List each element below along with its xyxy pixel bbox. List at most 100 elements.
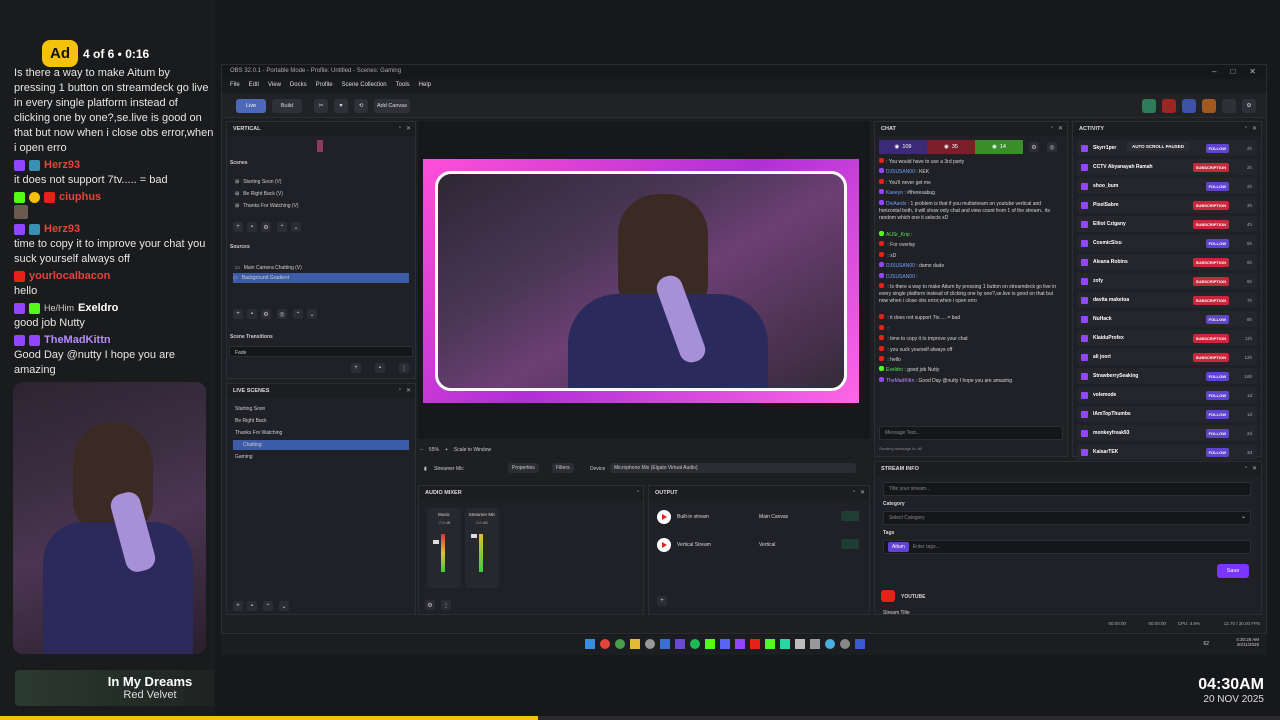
app-icon[interactable] [825, 639, 835, 649]
volume-slider[interactable] [433, 540, 439, 544]
app-icon[interactable] [795, 639, 805, 649]
activity-row[interactable]: shoo_bum FOLLOW 2h [1077, 178, 1257, 194]
minimize-icon[interactable]: – [1212, 67, 1216, 76]
app-icon[interactable] [780, 639, 790, 649]
stream-icon[interactable] [1162, 99, 1176, 113]
menu-docks[interactable]: Docks [290, 82, 307, 90]
chrome-icon[interactable] [600, 639, 610, 649]
youtube-icon[interactable] [750, 639, 760, 649]
activity-row[interactable]: PixelSabre SUBSCRIPTION 3h [1077, 197, 1257, 213]
tags-input[interactable]: Aitum Enter tags... [883, 540, 1251, 554]
settings-icon[interactable]: ⚙ [425, 600, 435, 610]
activity-row[interactable]: CosmicSixu FOLLOW 5h [1077, 235, 1257, 251]
close-icon[interactable]: ✕ [1252, 125, 1257, 132]
menu-edit[interactable]: Edit [249, 82, 259, 90]
undock-icon[interactable]: ▫ [1051, 125, 1053, 132]
activity-row[interactable]: KaisarTEK FOLLOW 3d [1077, 444, 1257, 460]
browser-icon[interactable] [615, 639, 625, 649]
properties-button[interactable]: Properties [508, 463, 539, 473]
zoom-in-icon[interactable]: + [445, 447, 448, 453]
activity-row[interactable]: KlaiduProfex SUBSCRIPTION 11h [1077, 330, 1257, 346]
filters-button[interactable]: Filters [552, 463, 574, 473]
scene-item[interactable]: ⊞ Thanks For Watching (V) [235, 201, 299, 211]
heart-icon[interactable]: ♥ [334, 99, 348, 113]
source-item[interactable]: ▭ Background Gradient [233, 273, 409, 283]
menu-scene-collection[interactable]: Scene Collection [342, 82, 387, 90]
trash-icon[interactable]: ▪ [247, 222, 257, 232]
close-icon[interactable]: ✕ [1249, 67, 1256, 76]
close-icon[interactable]: ✕ [406, 125, 411, 132]
activity-row[interactable]: StrawberrySeaking FOLLOW 16h [1077, 368, 1257, 384]
activity-row[interactable]: davita maketoa SUBSCRIPTION 7h [1077, 292, 1257, 308]
up-icon[interactable]: ⌃ [293, 309, 303, 319]
output-toggle[interactable] [841, 539, 859, 549]
folder-icon[interactable] [630, 639, 640, 649]
undock-icon[interactable]: ▫ [399, 387, 401, 394]
save-button[interactable]: Save [1217, 564, 1249, 578]
menu-tools[interactable]: Tools [396, 82, 410, 90]
menu-profile[interactable]: Profile [316, 82, 333, 90]
trash-icon[interactable]: ▪ [247, 309, 257, 319]
obs-icon[interactable] [645, 639, 655, 649]
tag-chip[interactable]: Aitum [888, 542, 909, 552]
zoom-out-icon[interactable]: − [420, 447, 423, 453]
scene-item[interactable]: Gaming [235, 452, 253, 462]
undock-icon[interactable]: ▫ [1245, 465, 1247, 472]
scale-select[interactable]: Scale to Window [454, 447, 491, 453]
activity-row[interactable]: CCTV Abyanayah Ramah SUBSCRIPTION 2h [1077, 159, 1257, 175]
close-icon[interactable]: ✕ [1058, 125, 1063, 132]
preview-canvas[interactable]: − 55% + Scale to Window [418, 121, 870, 453]
youtube-viewer-count[interactable]: ◉ 109 [879, 140, 927, 154]
add-icon[interactable]: + [351, 363, 361, 373]
scene-item-active[interactable]: Chatting [233, 440, 409, 450]
activity-row[interactable]: zofy SUBSCRIPTION 6h [1077, 273, 1257, 289]
activity-row[interactable]: Aleana Robins SUBSCRIPTION 5h [1077, 254, 1257, 270]
activity-row[interactable]: volemode FOLLOW 1d [1077, 387, 1257, 403]
scene-item[interactable]: Thanks For Watching [235, 428, 282, 438]
output-toggle[interactable] [841, 511, 859, 521]
activity-row[interactable]: NuHack FOLLOW 8h [1077, 311, 1257, 327]
menu-help[interactable]: Help [419, 82, 431, 90]
settings-icon[interactable]: ⚙ [261, 222, 271, 232]
record-icon[interactable] [1142, 99, 1156, 113]
start-icon[interactable] [585, 639, 595, 649]
kick-icon[interactable] [705, 639, 715, 649]
app-icon[interactable] [810, 639, 820, 649]
live-button[interactable]: Live [236, 99, 266, 113]
scene-item[interactable]: Starting Soon [235, 404, 265, 414]
transition-select[interactable]: Fade [229, 346, 413, 357]
device-select[interactable]: Microphone Mix (Elgato Virtual Audio) [610, 463, 856, 473]
activity-row[interactable]: Elliot Czigany SUBSCRIPTION 4h [1077, 216, 1257, 232]
more-icon[interactable]: ⋮ [441, 600, 451, 610]
stream-title-input[interactable]: Title your stream... [883, 482, 1251, 496]
category-select[interactable]: Select Category [883, 511, 1251, 525]
scene-item[interactable]: ⊞ Starting Soon (V) [235, 177, 282, 187]
replay-icon[interactable] [1202, 99, 1216, 113]
add-icon[interactable]: + [233, 309, 243, 319]
menu-view[interactable]: View [268, 82, 281, 90]
activity-row[interactable]: IAmTopThumbs FOLLOW 1d [1077, 406, 1257, 422]
add-icon[interactable]: + [233, 601, 243, 611]
up-icon[interactable]: ⌃ [277, 222, 287, 232]
undock-icon[interactable]: ▫ [853, 489, 855, 496]
twitch-viewer-count[interactable]: ◉ 35 [927, 140, 975, 154]
link-icon[interactable]: ⟲ [354, 99, 368, 113]
up-icon[interactable]: ⌃ [263, 601, 273, 611]
settings-icon[interactable]: ⚙ [1029, 142, 1039, 152]
activity-row[interactable]: monkeyfreak93 FOLLOW 2d [1077, 425, 1257, 441]
more-icon[interactable]: ⋮ [399, 363, 409, 373]
volume-slider[interactable] [471, 534, 477, 538]
app-icon[interactable] [660, 639, 670, 649]
close-icon[interactable]: ✕ [860, 489, 865, 496]
twitch-icon[interactable] [735, 639, 745, 649]
settings-icon[interactable]: ⚙ [1242, 99, 1256, 113]
chevron-down-icon[interactable]: ⌄ [1241, 513, 1246, 520]
settings-icon[interactable]: ⚙ [261, 309, 271, 319]
close-icon[interactable]: ✕ [406, 387, 411, 394]
kick-viewer-count[interactable]: ◉ 14 [975, 140, 1023, 154]
down-icon[interactable]: ⌄ [279, 601, 289, 611]
activity-row[interactable]: ali joori SUBSCRIPTION 12h [1077, 349, 1257, 365]
add-icon[interactable]: + [233, 222, 243, 232]
add-canvas-button[interactable]: Add Canvas [374, 99, 410, 113]
filter-icon[interactable]: ◎ [1047, 142, 1057, 152]
